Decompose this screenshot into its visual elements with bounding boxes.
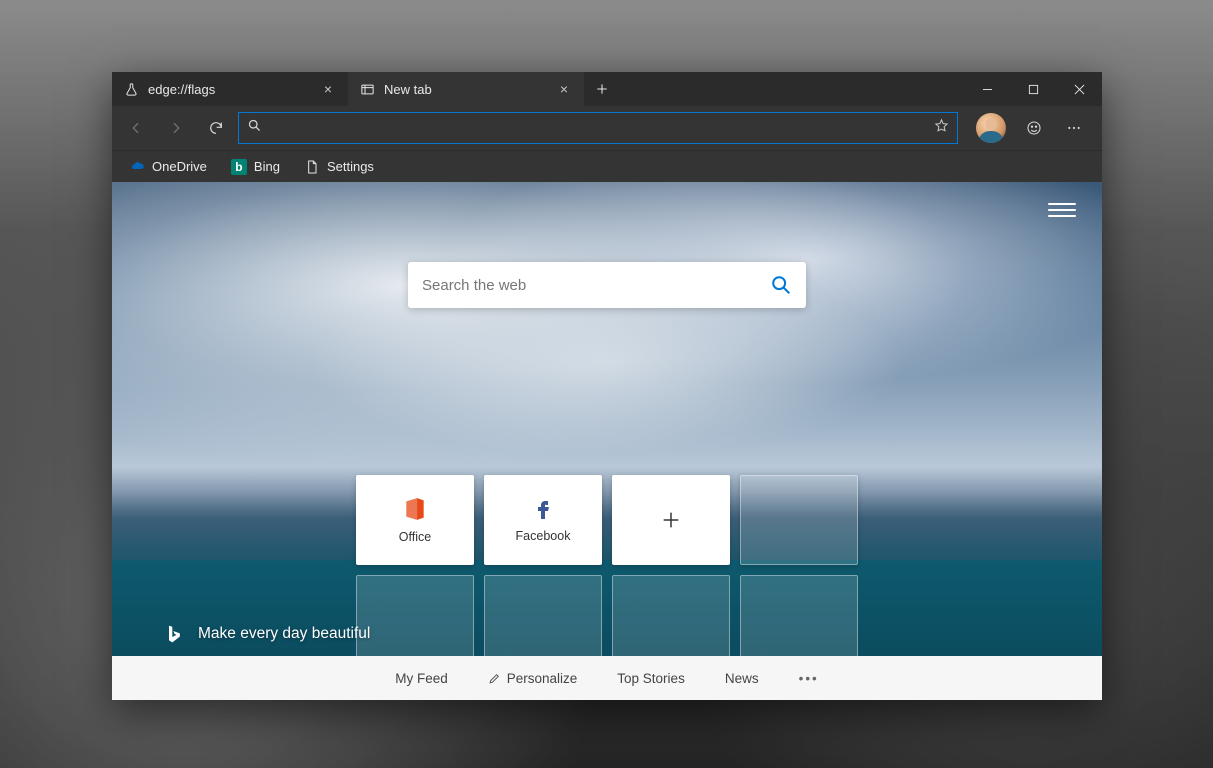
slogan-text: Make every day beautiful — [198, 625, 370, 643]
new-tab-button[interactable] — [584, 72, 620, 106]
feed-tab-topstories[interactable]: Top Stories — [617, 671, 685, 686]
tile-placeholder[interactable] — [740, 475, 858, 565]
page-settings-button[interactable] — [1048, 196, 1076, 224]
plus-icon — [660, 509, 682, 531]
titlebar: edge://flags × New tab × — [112, 72, 1102, 106]
favorite-label: Bing — [254, 159, 280, 174]
grid-icon — [360, 82, 375, 97]
pencil-icon — [488, 672, 501, 685]
feed-label: Personalize — [507, 671, 578, 686]
onedrive-icon — [129, 159, 145, 175]
favorite-star-icon[interactable] — [934, 118, 949, 138]
tab-newtab[interactable]: New tab × — [348, 72, 584, 106]
tile-office[interactable]: Office — [356, 475, 474, 565]
feed-bar: My Feed Personalize Top Stories News ••• — [112, 656, 1102, 700]
profile-avatar[interactable] — [976, 113, 1006, 143]
tile-label: Office — [399, 530, 431, 544]
minimize-button[interactable] — [964, 72, 1010, 106]
search-icon — [770, 274, 792, 296]
feed-more-button[interactable]: ••• — [799, 671, 819, 686]
tab-close-button[interactable]: × — [320, 81, 336, 97]
search-placeholder: Search the web — [422, 277, 526, 294]
favorite-label: OneDrive — [152, 159, 207, 174]
refresh-button[interactable] — [198, 110, 234, 146]
favorite-settings[interactable]: Settings — [295, 155, 383, 179]
window-controls — [964, 72, 1102, 106]
web-search-box[interactable]: Search the web — [408, 262, 806, 308]
tab-title: edge://flags — [148, 82, 215, 97]
favorite-bing[interactable]: b Bing — [222, 155, 289, 179]
tab-title: New tab — [384, 82, 432, 97]
browser-window: edge://flags × New tab × — [112, 72, 1102, 700]
flask-icon — [124, 82, 139, 97]
tile-placeholder[interactable] — [356, 575, 474, 663]
office-icon — [402, 496, 428, 522]
bing-icon: b — [231, 159, 247, 175]
feed-tab-personalize[interactable]: Personalize — [488, 671, 578, 686]
new-tab-content: Search the web Office Facebook — [112, 182, 1102, 700]
favorite-label: Settings — [327, 159, 374, 174]
favorite-onedrive[interactable]: OneDrive — [120, 155, 216, 179]
feed-tab-myfeed[interactable]: My Feed — [395, 671, 448, 686]
feed-tab-news[interactable]: News — [725, 671, 759, 686]
tab-flags[interactable]: edge://flags × — [112, 72, 348, 106]
quick-links-row-2 — [356, 575, 858, 663]
close-button[interactable] — [1056, 72, 1102, 106]
tile-facebook[interactable]: Facebook — [484, 475, 602, 565]
tile-placeholder[interactable] — [612, 575, 730, 663]
feedback-button[interactable] — [1016, 110, 1052, 146]
maximize-button[interactable] — [1010, 72, 1056, 106]
tile-placeholder[interactable] — [740, 575, 858, 663]
favorites-bar: OneDrive b Bing Settings — [112, 150, 1102, 182]
tile-label: Facebook — [516, 529, 571, 543]
bing-logo-icon — [164, 624, 184, 644]
address-bar[interactable] — [238, 112, 958, 144]
search-icon — [247, 118, 262, 138]
tab-close-button[interactable]: × — [556, 81, 572, 97]
forward-button[interactable] — [158, 110, 194, 146]
tile-placeholder[interactable] — [484, 575, 602, 663]
bing-slogan: Make every day beautiful — [164, 624, 370, 644]
facebook-icon — [531, 497, 555, 521]
quick-links-row-1: Office Facebook — [356, 475, 858, 565]
back-button[interactable] — [118, 110, 154, 146]
page-icon — [304, 159, 320, 175]
toolbar — [112, 106, 1102, 150]
tile-add[interactable] — [612, 475, 730, 565]
more-menu-button[interactable] — [1056, 110, 1092, 146]
